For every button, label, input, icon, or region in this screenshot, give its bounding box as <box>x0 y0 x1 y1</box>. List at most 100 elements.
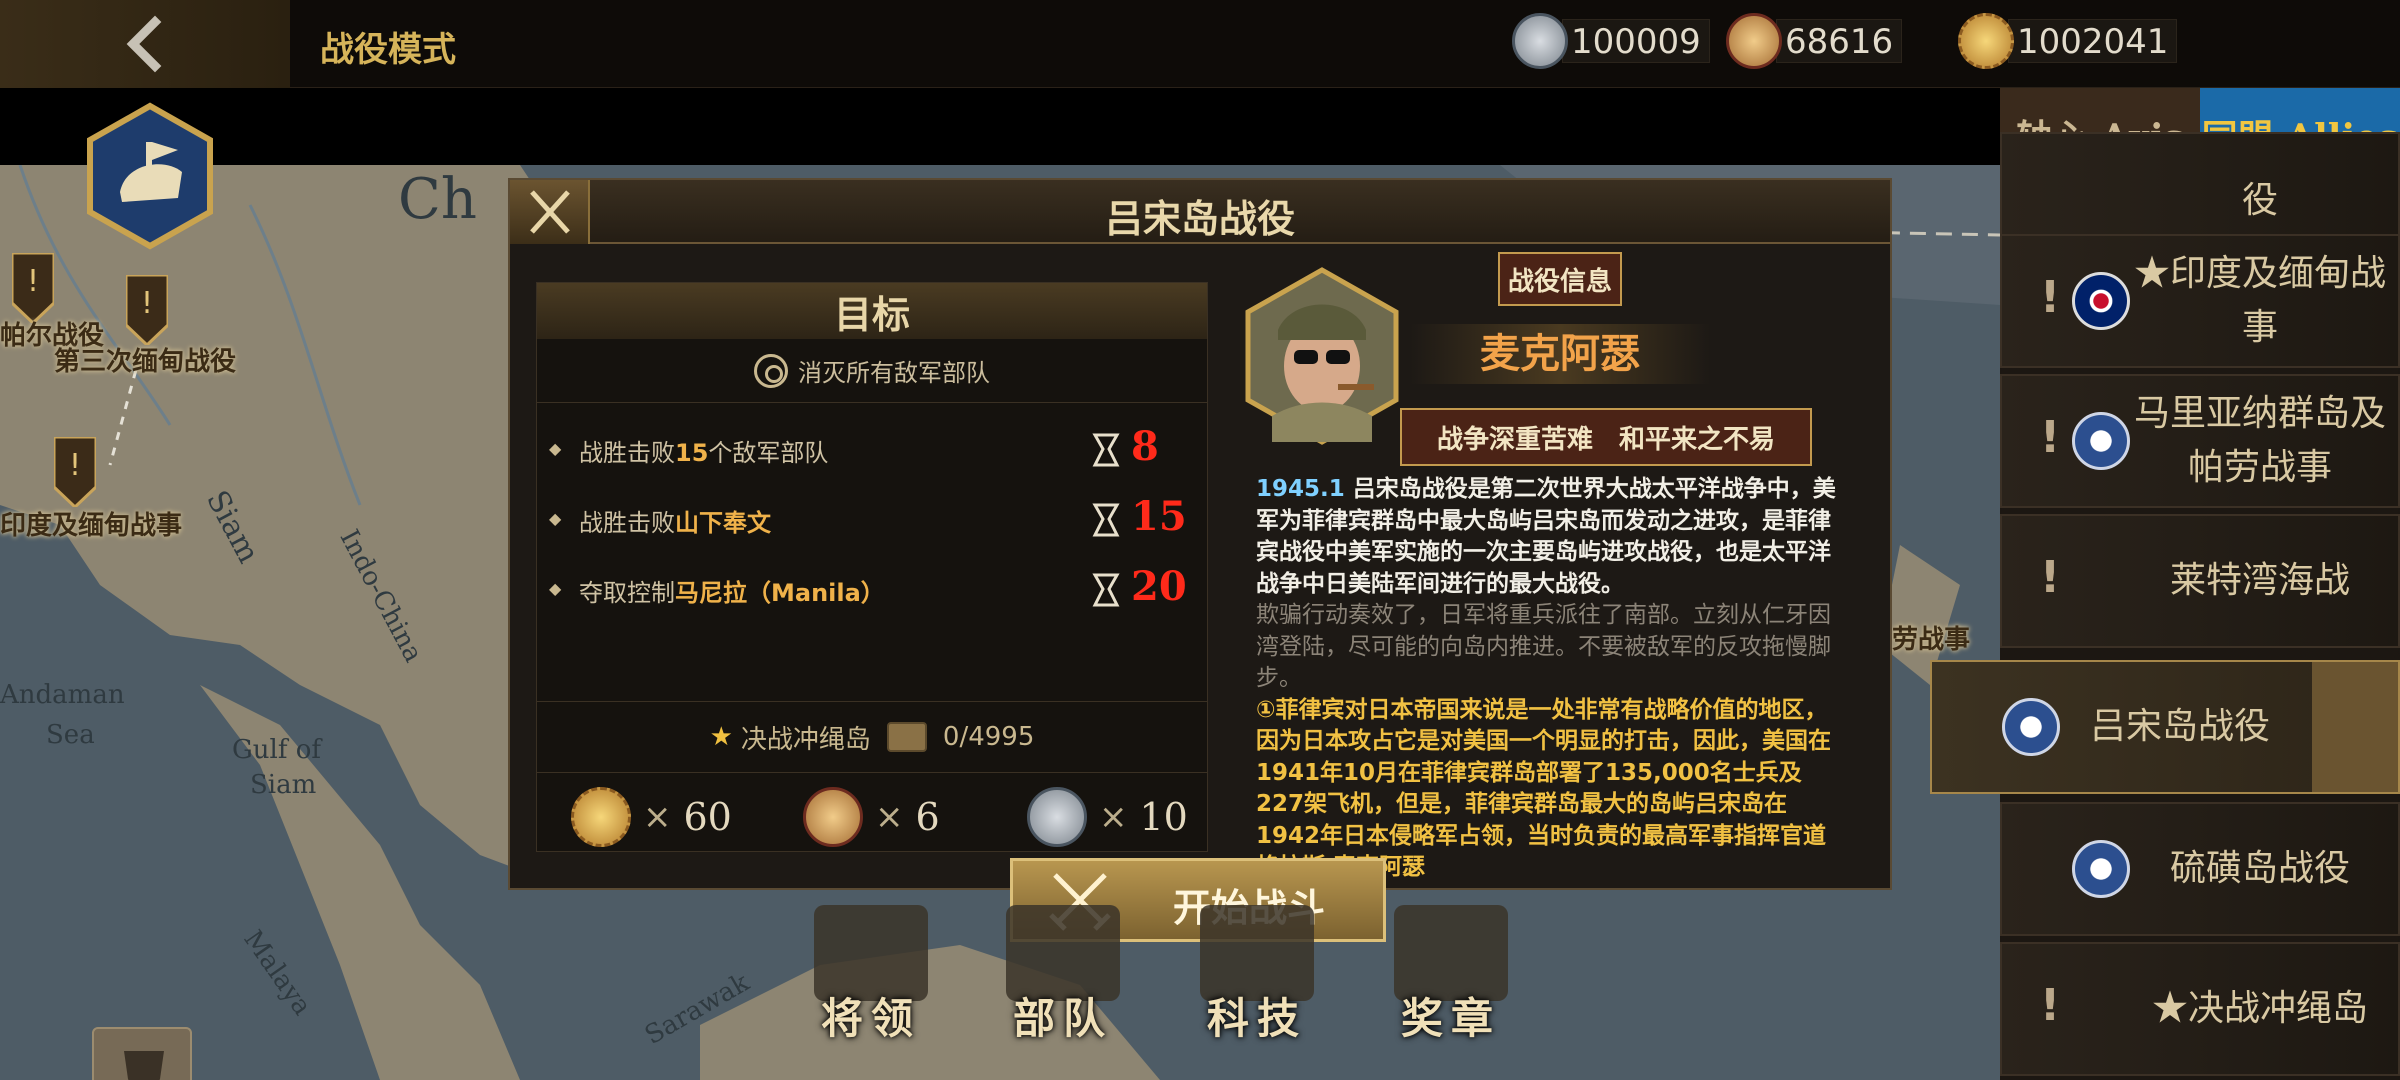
currency-value: 100009 <box>1562 19 1710 63</box>
bronze-medal-icon <box>803 787 863 847</box>
exclamation-icon: ! <box>2040 552 2061 603</box>
reward-item: × 6 <box>803 787 940 847</box>
campaign-list-item[interactable]: 硫磺岛战役 <box>2000 802 2400 936</box>
trophy-button[interactable] <box>92 1027 192 1080</box>
dialog-title: 吕宋岛战役 <box>1104 197 1295 241</box>
battle-marker-icon[interactable]: ! <box>12 253 54 323</box>
objective-reward-value: 8 <box>1131 423 1159 470</box>
objective-text: 夺取控制马尼拉（Manila） <box>579 579 885 607</box>
currency-bronze: 68616 <box>1726 12 1903 70</box>
nav-label: 奖章 <box>1400 994 1501 1043</box>
campaign-name: ★印度及缅甸战事 <box>2133 253 2386 348</box>
bullet-icon: ◆ <box>549 439 562 458</box>
exclamation-icon: ! <box>2040 412 2061 463</box>
objective-subtitle: 消灭所有敌军部队 <box>537 339 1207 403</box>
objective-panel: 目标 消灭所有敌军部队 ◆ 战胜击败15个敌军部队 8 ◆ 战胜击败山下奉文 1… <box>536 282 1208 852</box>
header-band <box>0 88 2000 166</box>
objective-reward-value: 20 <box>1131 563 1187 610</box>
currency-value: 1002041 <box>2008 19 2178 63</box>
chest-icon <box>886 722 927 752</box>
campaign-name: 吕宋岛战役 <box>2089 706 2270 747</box>
bronze-medal-icon <box>1726 13 1782 69</box>
gold-sun-medal-icon <box>571 787 631 847</box>
objective-header: 目标 <box>537 283 1207 339</box>
exclamation-icon: ! <box>2040 980 2061 1031</box>
bullet-icon: ◆ <box>549 509 562 528</box>
currency-gold: 1002041 <box>1958 12 2178 70</box>
campaign-year: 1945.1 <box>1256 476 1345 502</box>
campaign-list-item[interactable]: ! ★印度及缅甸战事 <box>2000 234 2400 368</box>
objective-row: ◆ 战胜击败山下奉文 15 <box>537 485 1207 555</box>
map-label-gulf: Gulf of <box>232 735 321 765</box>
exclamation-icon: ! <box>2040 272 2061 323</box>
objective-text: 战胜击败15个敌军部队 <box>579 439 829 467</box>
trophy-icon <box>124 1051 164 1080</box>
svg-text:!: ! <box>141 286 153 321</box>
reward-item: × 60 <box>571 787 732 847</box>
silver-medal-icon <box>1512 13 1568 69</box>
final-battle-label: 决战冲绳岛 <box>740 724 871 755</box>
medal-ribbon-icon <box>1092 503 1120 537</box>
final-battle-progress: 0/4995 <box>942 722 1035 752</box>
objective-text: 战胜击败山下奉文 <box>579 509 771 537</box>
mode-title: 战役模式 <box>320 30 456 70</box>
crossed-swords-icon <box>2312 662 2398 792</box>
campaign-name: 硫磺岛战役 <box>2169 848 2350 889</box>
campaign-list: 役 ! ★印度及缅甸战事 ! 马里亚纳群岛及帕劳战事 ! 莱特湾海战 吕宋岛战役… <box>1930 132 2400 1080</box>
campaign-description[interactable]: 1945.1 吕宋岛战役是第二次世界大战太平洋战争中，美军为菲律宾群岛中最大岛屿… <box>1256 474 1838 878</box>
map-marker-label[interactable]: 印度及缅甸战事 <box>0 505 182 542</box>
campaign-list-item[interactable]: ! ★决战冲绳岛 <box>2000 942 2400 1076</box>
nav-generals[interactable]: 将领 <box>808 905 934 1043</box>
star-icon: ★ <box>709 722 733 752</box>
map-label-sea: Sea <box>46 720 95 750</box>
reward-count: 10 <box>1139 795 1188 839</box>
bullet-icon: ◆ <box>549 579 562 598</box>
top-bar: 战役模式 100009 68616 1002041 <box>0 0 2400 88</box>
battle-marker-icon[interactable]: ! <box>54 437 96 507</box>
currency-silver: 100009 <box>1512 12 1710 70</box>
nav-tech[interactable]: 科技 <box>1194 905 1320 1043</box>
campaign-info-tag[interactable]: 战役信息 <box>1498 252 1622 306</box>
silver-medal-icon <box>1027 787 1087 847</box>
svg-text:!: ! <box>27 264 39 299</box>
map-label-siam2: Siam <box>250 770 317 800</box>
reward-multiplier: × <box>1099 797 1128 837</box>
nav-label: 部队 <box>1012 994 1113 1043</box>
campaign-name: 莱特湾海战 <box>2169 560 2350 601</box>
dialog-header: 吕宋岛战役 <box>510 180 1890 244</box>
nav-troops[interactable]: 部队 <box>1000 905 1126 1043</box>
nav-label: 将领 <box>820 994 921 1043</box>
general-name: 麦克阿瑟 <box>1410 324 1710 384</box>
back-button[interactable] <box>0 0 290 88</box>
objective-reward-value: 15 <box>1131 493 1187 540</box>
faction-emblem-icon <box>87 102 213 250</box>
campaign-list-item-selected[interactable]: 吕宋岛战役 <box>1930 660 2400 794</box>
map-marker-label[interactable]: 第三次缅甸战役 <box>54 341 236 378</box>
gold-sun-medal-icon <box>1958 13 2014 69</box>
campaign-dialog: 吕宋岛战役 目标 消灭所有敌军部队 ◆ 战胜击败15个敌军部队 8 ◆ 战胜击败… <box>508 178 1892 890</box>
reward-count: 60 <box>683 795 732 839</box>
reward-row: × 60 × 6 × 10 <box>537 773 1207 853</box>
nav-label: 科技 <box>1206 994 1307 1043</box>
campaign-list-item[interactable]: ! 马里亚纳群岛及帕劳战事 <box>2000 374 2400 508</box>
campaign-list-item[interactable]: ! 莱特湾海战 <box>2000 514 2400 648</box>
campaign-name: 役 <box>2241 180 2278 221</box>
svg-text:!: ! <box>69 448 81 483</box>
currency-value: 68616 <box>1776 19 1903 63</box>
reward-item: × 10 <box>1027 787 1188 847</box>
map-label-andaman: Andaman <box>0 680 125 710</box>
objective-subtitle-text: 消灭所有敌军部队 <box>798 359 990 387</box>
medal-ribbon-icon <box>1092 573 1120 607</box>
nav-medals[interactable]: 奖章 <box>1388 905 1514 1043</box>
us-star-flag-icon <box>2072 412 2130 470</box>
medal-ribbon-icon <box>1092 433 1120 467</box>
description-paragraph: ①菲律宾对日本帝国来说是一处非常有战略价值的地区，因为日本攻占它是对美国一个明显… <box>1256 696 1831 879</box>
campaign-name: ★决战冲绳岛 <box>2151 988 2368 1029</box>
reward-count: 6 <box>915 795 940 839</box>
battle-marker-icon[interactable]: ! <box>126 275 168 345</box>
campaign-name: 马里亚纳群岛及帕劳战事 <box>2133 393 2386 488</box>
general-portrait <box>1245 267 1399 445</box>
uk-flag-icon <box>2072 272 2130 330</box>
target-icon <box>754 353 788 388</box>
reward-multiplier: × <box>643 797 672 837</box>
